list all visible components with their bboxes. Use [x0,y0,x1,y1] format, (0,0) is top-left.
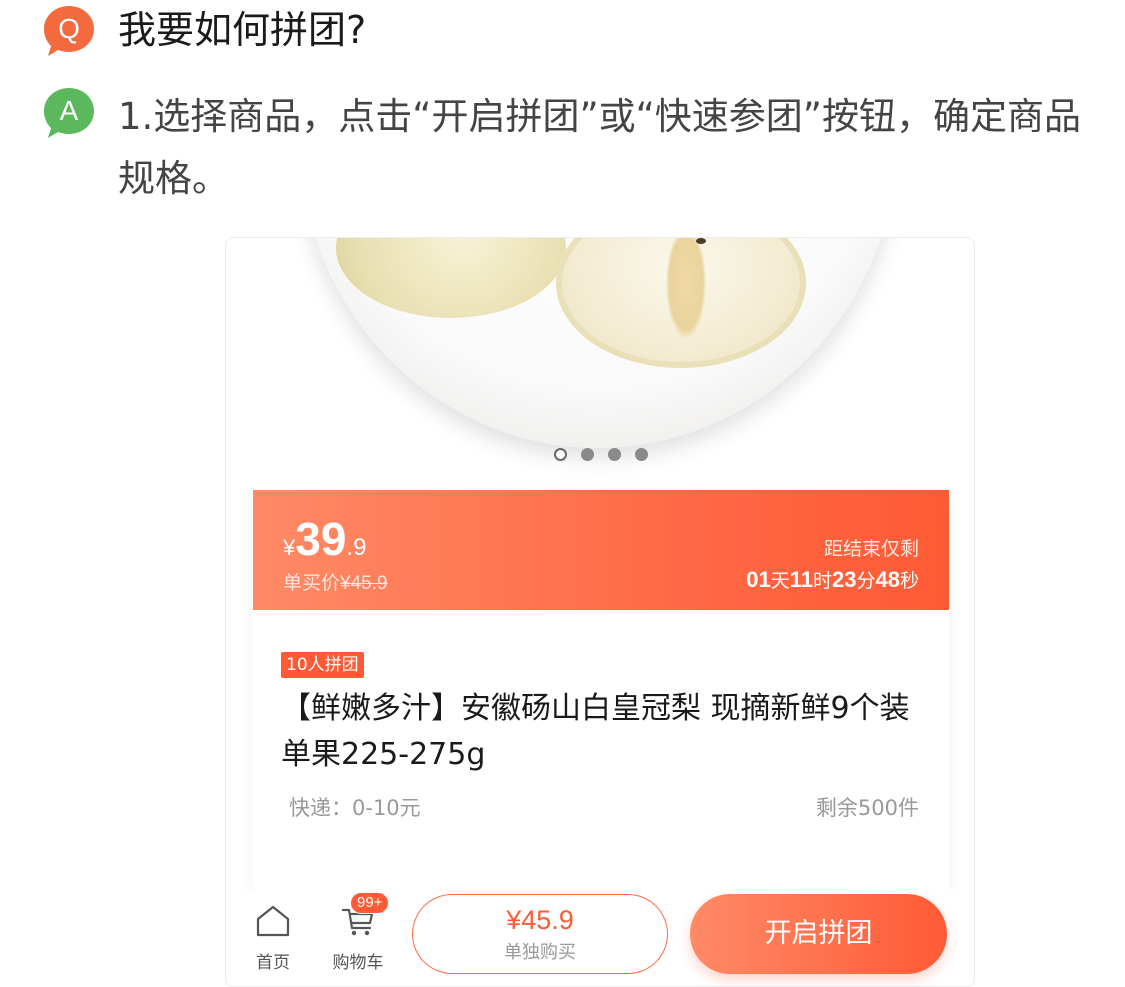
bottom-action-bar: 首页 99+ 购物车 ¥45.9 单独购买 开启拼团 [226,890,974,986]
carousel-dot[interactable] [554,448,567,461]
carousel-indicator [226,448,974,461]
countdown-label: 距结束仅剩 [823,538,919,560]
cart-nav-button[interactable]: 99+ 购物车 [326,892,390,973]
buy-alone-button[interactable]: ¥45.9 单独购买 [412,894,668,974]
stock-remaining: 剩余500件 [815,796,919,820]
question-row: Q 我要如何拼团? [42,4,366,58]
group-size-tag: 10人拼团 [281,652,364,678]
answer-row: A 1.选择商品，点击“开启拼团”或“快速参团”按钮，确定商品规格。 [42,86,1088,210]
home-icon [256,905,290,937]
question-badge: Q [42,4,96,58]
answer-badge: A [42,86,96,140]
shipping-fee: 快递：0-10元 [289,796,421,820]
product-image[interactable] [226,238,974,490]
price-bar: ¥39.9 单买价¥45.9 距结束仅剩 01天11时23分48秒 [253,490,949,610]
cart-count-badge: 99+ [350,892,390,914]
group-price: ¥39.9 [283,513,367,565]
product-screenshot: ¥39.9 单买价¥45.9 距结束仅剩 01天11时23分48秒 10人拼团 … [225,237,975,987]
answer-text: 1.选择商品，点击“开启拼团”或“快速参团”按钮，确定商品规格。 [118,95,1081,200]
start-group-button[interactable]: 开启拼团 [690,894,947,974]
carousel-dot[interactable] [608,448,621,461]
question-text: 我要如何拼团? [118,8,367,52]
carousel-dot[interactable] [635,448,648,461]
original-price: 单买价¥45.9 [283,572,388,594]
countdown-timer: 01天11时23分48秒 [746,567,919,592]
home-nav-button[interactable]: 首页 [248,904,298,973]
carousel-dot[interactable] [581,448,594,461]
product-title: 【鲜嫩多汁】安徽砀山白皇冠梨 现摘新鲜9个装 单果225-275g [281,691,910,772]
pear-seed-image [696,238,706,244]
product-card: ¥39.9 单买价¥45.9 距结束仅剩 01天11时23分48秒 10人拼团 … [253,490,949,890]
